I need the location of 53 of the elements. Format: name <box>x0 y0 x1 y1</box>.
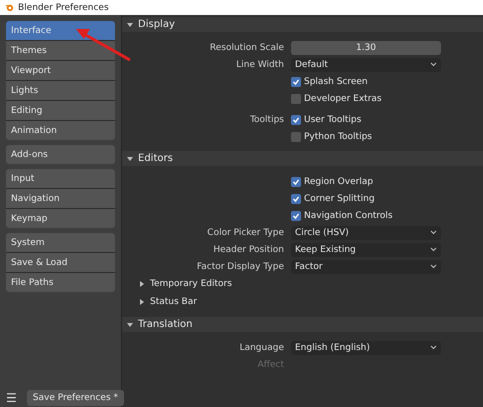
panel-header[interactable]: Editors <box>122 151 483 166</box>
checkbox[interactable]: Python Tooltips <box>291 132 372 142</box>
sidebar-item[interactable]: Animation <box>6 121 115 140</box>
panel-header[interactable]: Display <box>122 17 483 32</box>
expanded-triangle-icon <box>127 156 133 162</box>
sidebar-item[interactable]: Input <box>6 169 115 188</box>
checkbox[interactable]: Navigation Controls <box>291 210 393 220</box>
app-logo-icon <box>5 3 14 12</box>
window-title: Blender Preferences <box>18 2 109 12</box>
checkbox[interactable]: Region Overlap <box>291 176 374 186</box>
sidebar-item[interactable]: Navigation <box>6 189 115 208</box>
slider-field[interactable]: 1.30 <box>291 40 441 54</box>
collapsed-triangle-icon <box>139 281 145 287</box>
sidebar-item[interactable]: Interface <box>6 21 115 40</box>
dropdown[interactable]: Default <box>291 58 441 72</box>
checkbox[interactable]: Corner Splitting <box>291 194 375 204</box>
caret-icon <box>430 345 437 350</box>
panel-header[interactable]: Translation <box>122 317 483 332</box>
subpanel-header[interactable]: Temporary Editors <box>122 275 483 293</box>
checkbox[interactable]: Developer Extras <box>291 94 382 104</box>
sidebar-item[interactable]: Add-ons <box>6 145 115 164</box>
checkbox[interactable]: Splash Screen <box>291 76 368 86</box>
field-label: Header Position <box>213 244 284 254</box>
sidebar-item[interactable]: System <box>6 233 115 252</box>
caret-icon <box>430 264 437 269</box>
dropdown[interactable]: Keep Existing <box>291 242 441 256</box>
sidebar-item[interactable]: File Paths <box>6 273 115 292</box>
field-label: Factor Display Type <box>196 262 284 272</box>
sidebar-item[interactable]: Themes <box>6 41 115 60</box>
field-label: Affect <box>258 360 284 370</box>
dropdown[interactable]: Factor <box>291 260 441 274</box>
expanded-triangle-icon <box>127 322 133 328</box>
caret-icon <box>430 247 437 252</box>
checkbox[interactable]: User Tooltips <box>291 114 362 124</box>
caret-icon <box>430 230 437 235</box>
save-preferences-button[interactable]: Save Preferences * <box>26 390 124 406</box>
collapsed-triangle-icon <box>139 299 145 305</box>
menu-icon[interactable]: ☰ <box>6 392 17 404</box>
field-label: Color Picker Type <box>207 228 284 238</box>
sidebar-item[interactable]: Keymap <box>6 209 115 228</box>
sidebar-item[interactable]: Viewport <box>6 61 115 80</box>
expanded-triangle-icon <box>127 22 133 28</box>
dropdown[interactable]: Circle (HSV) <box>291 226 441 240</box>
caret-icon <box>430 62 437 67</box>
sidebar-item[interactable]: Editing <box>6 101 115 120</box>
field-label: Language <box>240 342 284 352</box>
sidebar-item[interactable]: Lights <box>6 81 115 100</box>
field-label: Tooltips <box>250 114 284 124</box>
field-label: Resolution Scale <box>210 42 284 52</box>
field-label: Line Width <box>236 60 284 70</box>
sidebar-item[interactable]: Save & Load <box>6 253 115 272</box>
subpanel-header[interactable]: Status Bar <box>122 293 483 311</box>
dropdown[interactable]: English (English) <box>291 340 441 354</box>
